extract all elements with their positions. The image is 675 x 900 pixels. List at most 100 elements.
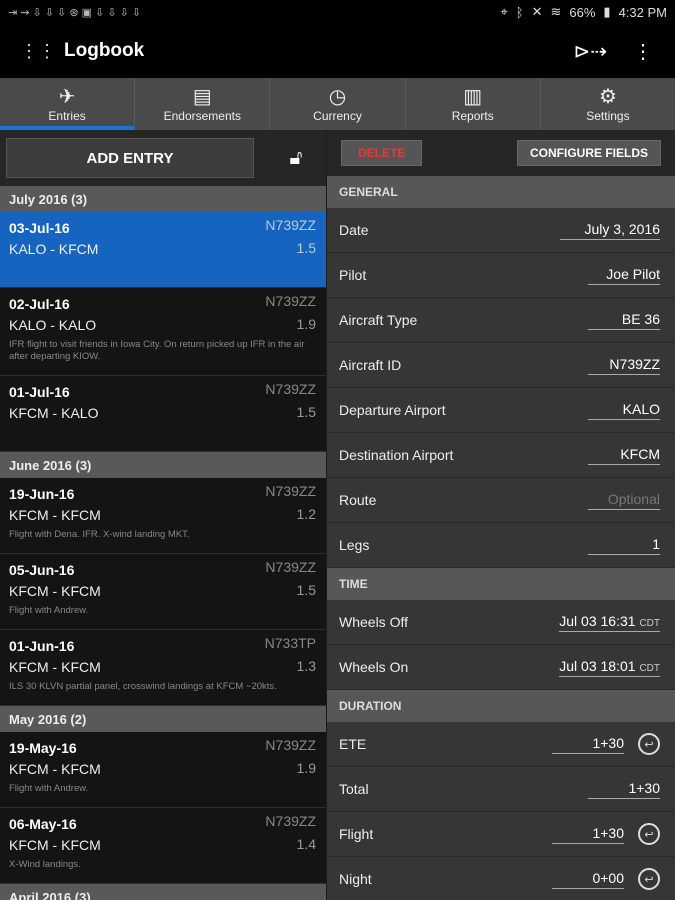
menu-icon[interactable]: ⋮⋮ <box>20 41 56 62</box>
entry-route: KFCM - KFCM <box>9 761 101 777</box>
section-header: May 2016 (2) <box>0 706 326 732</box>
tab-currency[interactable]: ◷ Currency <box>270 78 406 130</box>
entry-hours: 1.5 <box>296 404 316 420</box>
entry-tail: N739ZZ <box>265 737 316 753</box>
entry-hours: 1.9 <box>296 760 316 776</box>
list-item[interactable]: 06-May-16 N739ZZ KFCM - KFCM 1.4 X-Wind … <box>0 808 326 884</box>
field-wheels-on: Wheels On Jul 03 18:01 CDT <box>327 645 675 690</box>
entry-hours: 1.5 <box>296 582 316 598</box>
entry-route: KALO - KALO <box>9 317 97 333</box>
entry-hours: 1.3 <box>296 658 316 674</box>
pilot-field[interactable]: Joe Pilot <box>588 266 660 285</box>
field-night: Night 0+00 ↩ <box>327 857 675 900</box>
page-title: Logbook <box>64 40 145 61</box>
departure-airport-field[interactable]: KALO <box>588 401 660 420</box>
list-item[interactable]: 01-Jul-16 N739ZZ KFCM - KALO 1.5 <box>0 376 326 452</box>
night-field[interactable]: 0+00 <box>552 870 624 889</box>
entries-toolbar: ADD ENTRY 🔓︎ <box>0 130 326 186</box>
entry-notes: ILS 30 KLVN partial panel, crosswind lan… <box>9 681 277 692</box>
clock-time: 4:32 PM <box>618 4 667 20</box>
destination-airport-field[interactable]: KFCM <box>588 446 660 465</box>
unlock-icon[interactable]: 🔓︎ <box>278 139 314 177</box>
field-destination: Destination Airport KFCM <box>327 433 675 478</box>
field-route: Route Optional <box>327 478 675 523</box>
list-item[interactable]: 19-May-16 N739ZZ KFCM - KFCM 1.9 Flight … <box>0 732 326 808</box>
configure-fields-button[interactable]: CONFIGURE FIELDS <box>516 140 661 166</box>
wheels-off-field[interactable]: Jul 03 16:31 CDT <box>559 613 660 632</box>
entry-tail: N739ZZ <box>265 293 316 309</box>
field-total: Total 1+30 <box>327 767 675 812</box>
flight-field[interactable]: 1+30 <box>552 825 624 844</box>
entry-route: KFCM - KFCM <box>9 507 101 523</box>
notification-icons: ⇥ ⇝ ⇩ ⇩ ⇩ ⊛ ▣ ⇩ ⇩ ⇩ ⇩ <box>8 6 142 19</box>
tab-reports[interactable]: ▥ Reports <box>406 78 541 130</box>
entry-tail: N733TP <box>264 635 316 651</box>
wifi-icon: ≋ <box>550 4 562 19</box>
bluetooth-icon: ᛒ <box>515 4 524 20</box>
battery-icon: ▮ <box>603 4 611 19</box>
certificate-icon: ▤ <box>192 86 212 108</box>
entry-hours: 1.5 <box>296 240 316 256</box>
return-arrow-icon[interactable]: ↩ <box>638 733 660 755</box>
entry-tail: N739ZZ <box>265 559 316 575</box>
entry-notes: Flight with Dena. IFR. X-wind landing MK… <box>9 529 190 540</box>
wheels-on-field[interactable]: Jul 03 18:01 CDT <box>559 658 660 677</box>
entry-route: KFCM - KFCM <box>9 837 101 853</box>
list-item[interactable]: 05-Jun-16 N739ZZ KFCM - KFCM 1.5 Flight … <box>0 554 326 630</box>
route-field[interactable]: Optional <box>588 491 660 510</box>
delete-button[interactable]: DELETE <box>341 140 423 166</box>
bar-chart-icon: ▥ <box>463 86 483 108</box>
field-wheels-off: Wheels Off Jul 03 16:31 CDT <box>327 600 675 645</box>
tab-settings[interactable]: ⚙ Settings <box>541 78 675 130</box>
clock-icon: ◷ <box>328 86 347 108</box>
section-time: TIME <box>327 568 675 600</box>
field-ete: ETE 1+30 ↩ <box>327 722 675 767</box>
entry-notes: Flight with Andrew. <box>9 783 89 794</box>
aircraft-id-field[interactable]: N739ZZ <box>588 356 660 375</box>
detail-toolbar: DELETE CONFIGURE FIELDS <box>327 130 675 176</box>
entry-route: KFCM - KFCM <box>9 583 101 599</box>
section-header: June 2016 (3) <box>0 452 326 478</box>
entry-hours: 1.9 <box>296 316 316 332</box>
list-item[interactable]: 19-Jun-16 N739ZZ KFCM - KFCM 1.2 Flight … <box>0 478 326 554</box>
entry-notes: Flight with Andrew. <box>9 605 89 616</box>
return-arrow-icon[interactable]: ↩ <box>638 868 660 890</box>
section-general: GENERAL <box>327 176 675 208</box>
section-duration: DURATION <box>327 690 675 722</box>
tab-entries[interactable]: ✈ Entries <box>0 78 136 130</box>
entry-route: KFCM - KALO <box>9 405 99 421</box>
field-legs: Legs 1 <box>327 523 675 568</box>
list-item[interactable]: 03-Jul-16 N739ZZ KALO - KFCM 1.5 <box>0 212 326 288</box>
add-entry-button[interactable]: ADD ENTRY <box>6 138 254 178</box>
aircraft-type-field[interactable]: BE 36 <box>588 311 660 330</box>
entry-hours: 1.4 <box>296 836 316 852</box>
section-header: July 2016 (3) <box>0 186 326 212</box>
battery-level: 66% <box>569 4 596 20</box>
entry-tail: N739ZZ <box>265 813 316 829</box>
field-aircraft-type: Aircraft Type BE 36 <box>327 298 675 343</box>
list-item[interactable]: 02-Jul-16 N739ZZ KALO - KALO 1.9 IFR fli… <box>0 288 326 376</box>
transfer-icon[interactable]: ⊳⇢ <box>573 39 607 64</box>
plane-icon: ✈ <box>58 86 76 108</box>
tab-bar: ✈ Entries ▤ Endorsements ◷ Currency ▥ Re… <box>0 78 675 130</box>
entry-notes: IFR flight to visit friends in Iowa City… <box>9 339 305 362</box>
return-arrow-icon[interactable]: ↩ <box>638 823 660 845</box>
legs-field[interactable]: 1 <box>588 536 660 555</box>
entry-tail: N739ZZ <box>265 483 316 499</box>
entries-pane: ADD ENTRY 🔓︎ July 2016 (3) 03-Jul-16 N73… <box>0 130 326 900</box>
entry-hours: 1.2 <box>296 506 316 522</box>
list-item[interactable]: 01-Jun-16 N733TP KFCM - KFCM 1.3 ILS 30 … <box>0 630 326 706</box>
entry-tail: N739ZZ <box>265 381 316 397</box>
status-bar: ⇥ ⇝ ⇩ ⇩ ⇩ ⊛ ▣ ⇩ ⇩ ⇩ ⇩ ⌖ ᛒ ✕ ≋ 66% ▮ 4:32… <box>0 0 675 24</box>
tab-endorsements[interactable]: ▤ Endorsements <box>135 78 271 130</box>
entry-tail: N739ZZ <box>265 217 316 233</box>
mute-icon: ✕ <box>531 4 543 19</box>
ete-field[interactable]: 1+30 <box>552 735 624 754</box>
total-field[interactable]: 1+30 <box>588 780 660 799</box>
app-root: ⇥ ⇝ ⇩ ⇩ ⇩ ⊛ ▣ ⇩ ⇩ ⇩ ⇩ ⌖ ᛒ ✕ ≋ 66% ▮ 4:32… <box>0 0 675 900</box>
field-departure: Departure Airport KALO <box>327 388 675 433</box>
section-header: April 2016 (3) <box>0 884 326 900</box>
date-field[interactable]: July 3, 2016 <box>560 221 660 240</box>
app-bar: ⋮⋮ Logbook ⊳⇢ ⋮ <box>0 24 675 78</box>
overflow-menu-icon[interactable]: ⋮ <box>633 39 653 64</box>
